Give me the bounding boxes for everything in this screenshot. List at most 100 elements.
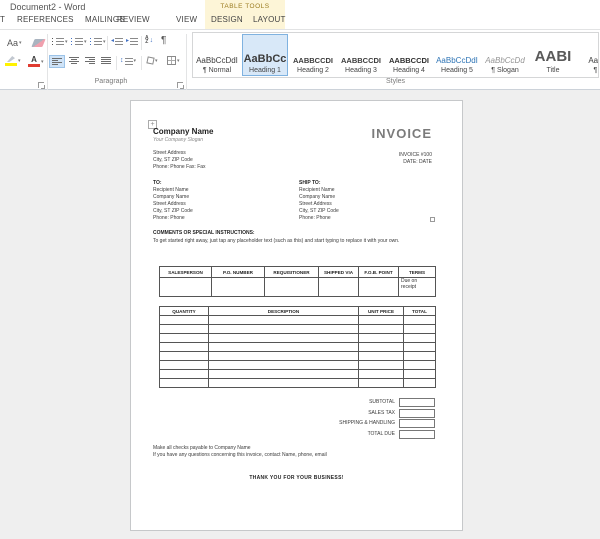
style-label: Heading 5 [441,67,473,74]
font-dialog-launcher[interactable] [38,82,45,89]
borders-grid-icon [167,56,176,65]
style-item-title[interactable]: AABI Title [530,34,576,76]
ship-to-block: SHIP TO: Recipient Name Company Name Str… [299,180,339,221]
info-table[interactable]: SALESPERSON P.O. NUMBER REQUISITIONER SH… [159,266,436,297]
comments-body: To get started right away, just tap any … [153,238,400,244]
style-label: ¶ Normal [202,67,232,74]
style-label: Heading 2 [297,67,329,74]
styles-group-label: Styles [385,78,406,85]
tab-layout[interactable]: LAYOUT [253,15,286,24]
align-right-button[interactable] [85,57,95,64]
ship-to-heading: SHIP TO: [299,180,321,186]
to-heading: TO: [153,180,162,186]
style-preview: AABBCCDI [293,56,333,65]
style-item-heading3[interactable]: AABBCCDI Heading 3 [338,34,384,76]
shipping-row: SHIPPING & HANDLING [159,419,435,429]
total-due-row: TOTAL DUE [159,429,435,440]
chevron-down-icon: ▾ [103,38,106,45]
chevron-down-icon: ▾ [19,40,22,46]
company-slogan: Your Company Slogan [153,137,204,143]
invoice-meta: INVOICE #100 DATE: DATE [399,152,432,166]
style-item-slogan[interactable]: AaBbCcDd ¶ Slogan [482,34,528,76]
bullets-button[interactable]: ▾ [52,38,68,45]
tab-review[interactable]: REVIEW [117,15,150,24]
totals-section: SUBTOTAL SALES TAX SHIPPING & HANDLING T… [159,398,435,440]
chevron-down-icon: ▾ [177,57,180,64]
chevron-down-icon: ▾ [155,57,158,64]
placeholder-square [430,217,435,222]
table-tools-label: TABLE TOOLS [220,3,270,10]
tab-clipped[interactable]: T [0,15,5,24]
style-label: ¶ Slogan [491,67,519,74]
document-workspace: + Company Name Your Company Slogan Stree… [0,90,600,539]
increase-indent-icon: ▸ [126,38,130,44]
terms-value: Due on receipt [399,278,436,297]
pilcrow-icon: ¶ [161,35,167,46]
subtotal-box[interactable] [399,398,435,407]
invoice-number: INVOICE #100 [398,152,432,158]
multilevel-list-button[interactable]: ▾ [90,38,106,45]
invoice-date: DATE: DATE [403,159,432,165]
font-color-button[interactable]: A ▾ [28,56,44,67]
style-preview: AaBbCcDd [485,56,525,65]
bill-to-block: TO: Recipient Name Company Name Street A… [153,180,193,221]
style-preview: AABBCCDI [341,56,381,65]
show-paragraph-marks-button[interactable]: ¶ [161,35,166,46]
paragraph-group-label: Paragraph [94,78,128,85]
chevron-down-icon: ▾ [18,58,21,64]
highlighter-icon [5,56,17,66]
ribbon-tab-row: T REFERENCES MAILINGS REVIEW VIEW DESIGN… [0,12,600,30]
style-item-quote[interactable]: AaBbC ¶ Qu [578,34,599,76]
thank-you-line: THANK YOU FOR YOUR BUSINESS! [249,475,344,481]
borders-button[interactable]: ▾ [167,56,180,65]
increase-indent-button[interactable]: ▸ [126,38,139,45]
align-center-icon [69,57,79,64]
style-preview: AABI [534,48,572,65]
document-page[interactable]: + Company Name Your Company Slogan Stree… [130,100,463,531]
window-title: Document2 - Word [10,2,86,12]
style-preview: AaBbCcDdI [196,56,238,65]
align-right-icon [85,57,95,64]
comments-heading: COMMENTS OR SPECIAL INSTRUCTIONS: [153,230,255,236]
clear-formatting-button[interactable] [31,39,46,47]
paragraph-dialog-launcher[interactable] [177,82,184,89]
style-item-heading1[interactable]: AaBbCc Heading 1 [242,34,288,76]
style-item-heading5[interactable]: AaBbCcDdI Heading 5 [434,34,480,76]
font-color-icon: A [28,56,40,67]
style-label: Heading 1 [249,67,281,74]
tab-design[interactable]: DESIGN [211,15,243,24]
style-item-heading4[interactable]: AABBCCDI Heading 4 [386,34,432,76]
style-label: Title [546,67,560,74]
numbering-button[interactable]: ▾ [71,38,87,45]
paint-bucket-icon [146,56,155,65]
tab-view[interactable]: VIEW [176,15,197,24]
decrease-indent-button[interactable]: ◂ [111,38,124,45]
company-name: Company Name [153,127,214,136]
sort-button[interactable]: A Z ↓ [145,36,153,45]
numbering-icon [71,38,72,45]
decrease-indent-icon: ◂ [111,38,115,44]
sales-tax-row: SALES TAX [159,408,435,419]
chevron-down-icon: ▾ [133,58,137,64]
style-item-heading2[interactable]: AABBCCDI Heading 2 [290,34,336,76]
items-table[interactable]: QUANTITY DESCRIPTION UNIT PRICE TOTAL [159,306,436,388]
style-preview: AaBbC [588,56,599,65]
line-spacing-button[interactable]: ↕ ▾ [120,57,136,65]
tab-references[interactable]: REFERENCES [17,15,74,24]
style-item-normal[interactable]: AaBbCcDdI ¶ Normal [194,34,240,76]
style-preview: AABBCCDI [389,56,429,65]
change-case-button[interactable]: Aa ▾ [7,38,22,48]
justify-button[interactable] [101,57,111,64]
total-due-box[interactable] [399,429,435,439]
align-left-button[interactable] [49,55,65,68]
eraser-icon [31,39,46,47]
payment-notes: Make all checks payable to Company Name … [153,445,327,458]
sales-tax-box[interactable] [399,408,435,418]
subtotal-row: SUBTOTAL [159,398,435,408]
text-highlight-button[interactable]: ▾ [5,56,21,66]
align-center-button[interactable] [69,57,79,64]
invoice-title: INVOICE [371,126,432,141]
shipping-box[interactable] [399,419,435,428]
shading-button[interactable]: ▾ [146,56,158,65]
chevron-down-icon: ▾ [84,38,87,45]
